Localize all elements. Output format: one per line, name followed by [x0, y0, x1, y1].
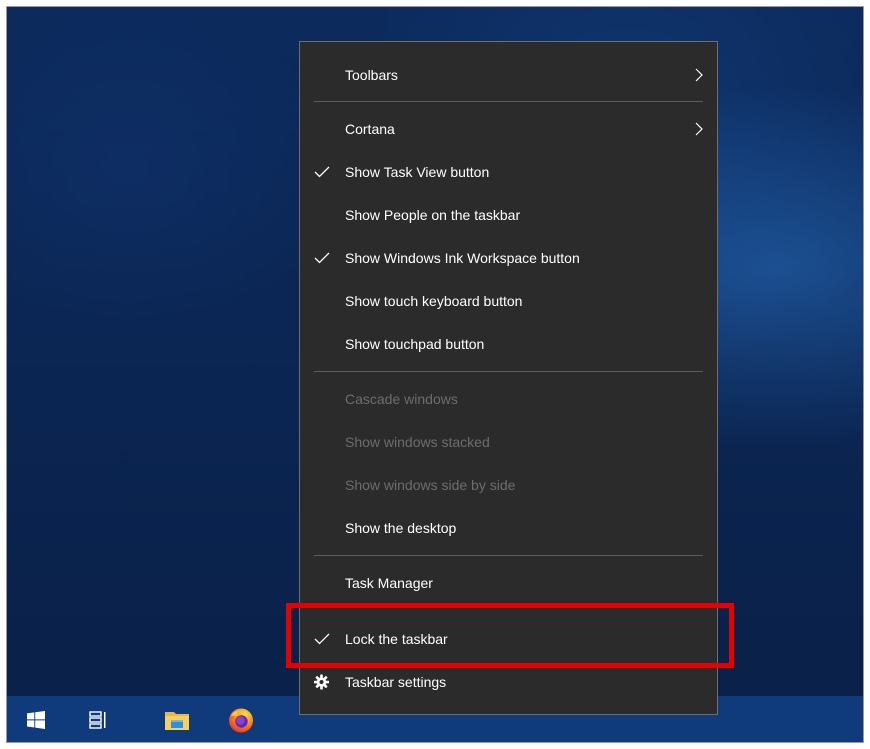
windows-start-icon	[27, 711, 45, 729]
menu-item-show-desktop[interactable]: Show the desktop	[300, 508, 717, 548]
menu-item-label: Show touchpad button	[345, 336, 485, 352]
menu-separator	[314, 371, 703, 372]
chevron-right-icon	[695, 122, 703, 136]
menu-item-label: Task Manager	[345, 575, 433, 591]
menu-item-label: Lock the taskbar	[345, 631, 448, 647]
menu-item-toolbars[interactable]: Toolbars	[300, 55, 717, 95]
menu-item-label: Show People on the taskbar	[345, 207, 521, 223]
menu-item-label: Show windows side by side	[345, 477, 516, 493]
menu-item-label: Cortana	[345, 121, 395, 137]
menu-item-label: Show windows stacked	[345, 434, 490, 450]
task-view-icon	[89, 711, 106, 729]
menu-item-show-windows-stacked: Show windows stacked	[300, 422, 717, 462]
start-button[interactable]	[12, 696, 60, 742]
task-view-button[interactable]	[75, 696, 123, 742]
menu-item-label: Cascade windows	[345, 391, 458, 407]
menu-item-label: Show Windows Ink Workspace button	[345, 250, 580, 266]
firefox-button[interactable]	[217, 696, 265, 742]
menu-item-label: Taskbar settings	[345, 674, 447, 690]
menu-item-label: Toolbars	[345, 67, 398, 83]
firefox-icon	[229, 708, 253, 733]
checkmark-icon	[314, 166, 330, 178]
chevron-right-icon	[695, 68, 703, 82]
menu-item-show-people[interactable]: Show People on the taskbar	[300, 195, 717, 235]
checkmark-icon	[314, 252, 330, 264]
menu-separator	[314, 101, 703, 102]
menu-item-show-windows-side-by-side: Show windows side by side	[300, 465, 717, 505]
file-explorer-icon	[165, 712, 189, 730]
menu-item-show-touchpad[interactable]: Show touchpad button	[300, 324, 717, 364]
menu-item-label: Show the desktop	[345, 520, 457, 536]
menu-item-cortana[interactable]: Cortana	[300, 109, 717, 149]
taskbar-context-menu: Toolbars Cortana Show Task View button S…	[299, 41, 718, 715]
file-explorer-button[interactable]	[153, 696, 201, 742]
menu-item-taskbar-settings[interactable]: Taskbar settings	[300, 662, 717, 702]
menu-item-label: Show Task View button	[345, 164, 490, 180]
menu-item-lock-taskbar[interactable]: Lock the taskbar	[300, 619, 717, 659]
menu-item-task-manager[interactable]: Task Manager	[300, 563, 717, 603]
checkmark-icon	[314, 633, 330, 645]
menu-item-show-ink-workspace[interactable]: Show Windows Ink Workspace button	[300, 238, 717, 278]
menu-item-show-touch-keyboard[interactable]: Show touch keyboard button	[300, 281, 717, 321]
menu-separator	[314, 555, 703, 556]
menu-item-show-task-view[interactable]: Show Task View button	[300, 152, 717, 192]
menu-item-label: Show touch keyboard button	[345, 293, 523, 309]
gear-icon	[314, 674, 329, 690]
menu-item-cascade-windows: Cascade windows	[300, 379, 717, 419]
